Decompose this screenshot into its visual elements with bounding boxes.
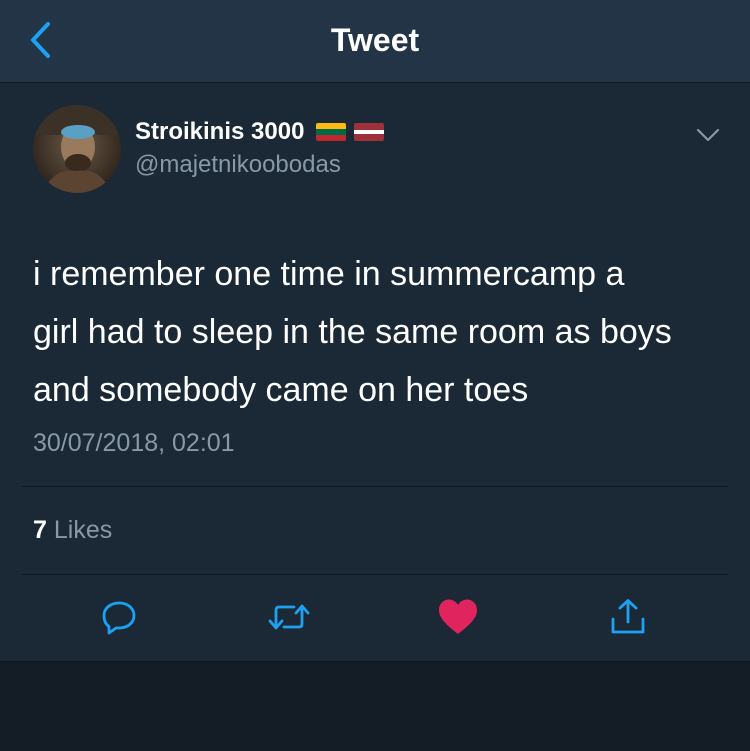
latvia-flag-icon — [354, 123, 385, 141]
chevron-down-icon — [696, 128, 720, 142]
tweet-card: Stroikinis 3000 @majetnikoobodas i remem… — [0, 83, 750, 661]
likes-count: 7 — [33, 516, 47, 544]
tweet-text-line: and somebody came on her toes — [33, 371, 529, 409]
share-icon — [611, 599, 645, 634]
lithuania-flag-icon — [316, 123, 347, 141]
user-handle[interactable]: @majetnikoobodas — [135, 150, 341, 180]
top-bar: Tweet — [0, 0, 750, 83]
avatar[interactable] — [33, 105, 121, 193]
like-icon — [439, 599, 477, 634]
reply-button[interactable] — [97, 595, 141, 639]
tweet-options-button[interactable] — [693, 120, 723, 150]
likes-summary[interactable]: 7 Likes — [33, 515, 112, 545]
tweet-text-line: i remember one time in summercamp a — [33, 255, 625, 293]
likes-label: Likes — [53, 516, 113, 544]
like-button[interactable] — [436, 595, 480, 639]
divider — [22, 486, 728, 487]
tweet-text-line: girl had to sleep in the same room as bo… — [33, 313, 672, 351]
page-title: Tweet — [330, 22, 420, 58]
display-name-text: Stroikinis 3000 — [135, 118, 305, 145]
share-button[interactable] — [606, 595, 650, 639]
tweet-timestamp[interactable]: 30/07/2018, 02:01 — [33, 428, 235, 458]
bottom-bar — [0, 661, 750, 751]
retweet-icon — [268, 604, 310, 630]
tweet-text: i remember one time in summercamp a girl… — [33, 245, 723, 419]
divider — [22, 574, 728, 575]
retweet-button[interactable] — [267, 595, 311, 639]
display-name[interactable]: Stroikinis 3000 — [135, 117, 385, 147]
reply-icon — [102, 601, 136, 635]
